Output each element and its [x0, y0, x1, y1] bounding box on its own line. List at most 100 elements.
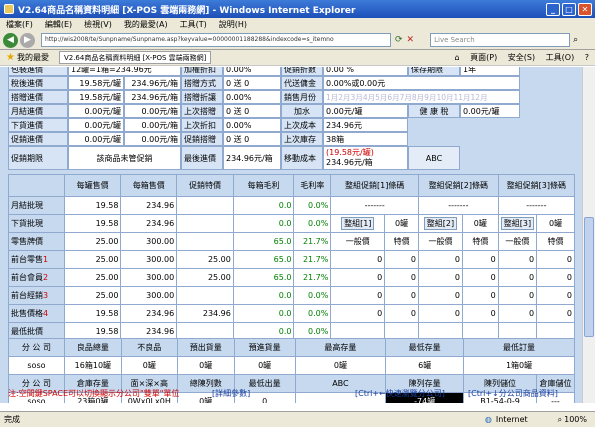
price-cell — [176, 286, 234, 305]
after-tax-price-box: 234.96元/箱 — [124, 76, 181, 90]
stock-header: 良品總量 — [63, 338, 122, 357]
maximize-button[interactable]: □ — [562, 2, 576, 16]
label-promo-period: 促銷期限 — [8, 146, 68, 170]
stock-header-row-1: 分 公 司 良品總量 不良品 預出貨量 預進貨量 最高存量 最低存量 最低訂量 — [8, 338, 575, 357]
home-icon[interactable]: ⌂ — [455, 53, 460, 62]
last-cost-value: 234.96元 — [323, 118, 408, 132]
promo-bundle-value: 0 送 0 — [223, 132, 281, 146]
combo-cell: 特價 — [384, 232, 419, 251]
label-water: 加水 — [281, 104, 323, 118]
moving-cost-box: 234.96元/箱 — [326, 158, 373, 167]
last-purchase-price-value: 234.96元/箱 — [223, 146, 281, 170]
branch-name[interactable]: soso — [8, 356, 65, 375]
label-bundle-price: 搭贈進價 — [8, 90, 68, 104]
combo-qty: 0罐 — [461, 214, 499, 233]
stock-cell: 1箱0罐 — [463, 356, 575, 375]
favorites-button[interactable]: ★ 我的最愛 — [0, 52, 55, 63]
price-cell: 300.00 — [120, 232, 178, 251]
label-commission: 代送傭金 — [281, 76, 323, 90]
row-label: 前台會員2 — [8, 268, 65, 287]
menu-help[interactable]: 說明(H) — [213, 19, 253, 30]
combo-cell: 一般價 — [497, 232, 538, 251]
search-input[interactable]: Live Search — [430, 33, 571, 47]
water-value: 0.00元/罐 — [323, 104, 408, 118]
combo-cell: 0 — [418, 268, 463, 287]
price-cell — [176, 214, 234, 233]
combo-button[interactable]: 整組[2] — [423, 217, 458, 230]
status-text: 完成 — [4, 415, 20, 424]
branch-data-link[interactable]: [Ctrl+↓分公司商品資料] — [468, 388, 558, 399]
stock-header: 最低訂量 — [463, 338, 575, 357]
combo-cell: 整組[2] — [418, 214, 463, 233]
price-cell: 234.96 — [120, 196, 178, 215]
help-icon[interactable]: ? — [585, 53, 589, 62]
scrollbar-thumb[interactable] — [584, 217, 594, 337]
pack-price-value: 12罐=1箱=234.96元 — [68, 67, 181, 76]
tools-menu[interactable]: 工具(O) — [546, 53, 575, 62]
stock-header: 最低存量 — [385, 338, 465, 357]
refresh-icon[interactable]: ⟳ — [395, 35, 403, 45]
url-field[interactable]: http://wis2008/te/Sunpname/Sunpname.asp?… — [41, 33, 391, 47]
menu-file[interactable]: 檔案(F) — [0, 19, 39, 30]
moving-cost-can: (19.58元/罐) — [326, 148, 374, 157]
combo-cell: 0 — [330, 268, 386, 287]
combo-cell: 一般價 — [418, 232, 463, 251]
price-cell: 21.7% — [293, 268, 332, 287]
price-row: 零售牌價 25.00 300.00 65.0 21.7% 一般價 特價 一般價 特價 一般價 特價 — [8, 232, 575, 251]
stop-icon[interactable]: ✕ — [407, 35, 415, 45]
menu-favorites[interactable]: 我的最愛(A) — [118, 19, 174, 30]
combo-cell: 0 — [497, 304, 538, 323]
back-icon[interactable]: ◀ — [3, 32, 18, 48]
after-tax-price-can: 19.58元/罐 — [68, 76, 124, 90]
forward-icon[interactable]: ▶ — [20, 32, 35, 48]
label-bundle-discount: 搭贈折讓 — [181, 90, 223, 104]
quick-browse-link[interactable]: [Ctrl+←快速瀏覽分公司] — [355, 388, 445, 399]
monthly-price-can: 0.00元/罐 — [68, 104, 124, 118]
menu-edit[interactable]: 編輯(E) — [39, 19, 78, 30]
menu-view[interactable]: 檢視(V) — [78, 19, 118, 30]
vertical-scrollbar[interactable] — [582, 67, 595, 403]
combo-cell: 0 — [330, 286, 386, 305]
price-cell: 234.96 — [120, 214, 178, 233]
price-cell: 25.00 — [176, 250, 234, 269]
combo-cell: 0 — [384, 268, 419, 287]
page-menu[interactable]: 頁面(P) — [470, 53, 497, 62]
zoom-level[interactable]: 100% — [564, 415, 587, 424]
stock-header: 不良品 — [120, 338, 178, 357]
combo-button[interactable]: 整組[1] — [341, 217, 375, 230]
price-header-row: 每罐售價 每箱售價 促銷特價 每箱毛利 毛利率 整組促銷[1]條碼 整組促銷[2… — [8, 174, 576, 197]
ie-icon — [4, 4, 14, 14]
promo-price-can: 0.00元/罐 — [68, 132, 124, 146]
price-header: 毛利率 — [293, 174, 332, 197]
row-label: 前台零售1 — [8, 250, 65, 269]
stock-header: 分 公 司 — [8, 338, 65, 357]
label-sales-months: 銷售月份 — [281, 90, 323, 104]
combo-cell: 0 — [384, 250, 419, 269]
combo-cell: ------- — [497, 196, 576, 215]
price-header: 每箱售價 — [120, 174, 178, 197]
safety-menu[interactable]: 安全(S) — [508, 53, 535, 62]
combo-cell: 0 — [330, 250, 386, 269]
detail-link[interactable]: [詳細參數] — [212, 388, 250, 399]
commission-value: 0.00%或0.00元 — [323, 76, 520, 90]
minimize-button[interactable]: _ — [546, 2, 560, 16]
price-header: 每罐售價 — [63, 174, 122, 197]
price-cell: 19.58 — [63, 196, 122, 215]
menu-tools[interactable]: 工具(T) — [174, 19, 213, 30]
price-cell: 25.00 — [63, 232, 122, 251]
label-moving-cost: 移動成本 — [281, 146, 323, 170]
price-header: 促銷特價 — [176, 174, 234, 197]
label-last-purchase-price: 最後進價 — [181, 146, 223, 170]
search-icon[interactable]: ⌕ — [573, 35, 578, 45]
abc-button[interactable]: ABC — [408, 146, 460, 170]
close-button[interactable]: ✕ — [578, 2, 592, 16]
row-label: 下貨批現 — [8, 214, 65, 233]
price-cell: 0.0 — [232, 196, 295, 215]
last-discount-value: 0.00% — [223, 118, 281, 132]
tab-current[interactable]: V2.64商品名稱資料明細 [X-POS 雲端兩務網] — [58, 51, 212, 64]
combo-button[interactable]: 整組[3] — [500, 217, 535, 230]
price-cell: 300.00 — [120, 268, 178, 287]
price-row: 批售價格4 19.58 234.96 234.96 0.0 0.0% 0 0 0 0 0 0 — [8, 304, 575, 323]
bundle-method-value: 0 送 0 — [223, 76, 281, 90]
star-icon: ★ — [6, 52, 15, 63]
